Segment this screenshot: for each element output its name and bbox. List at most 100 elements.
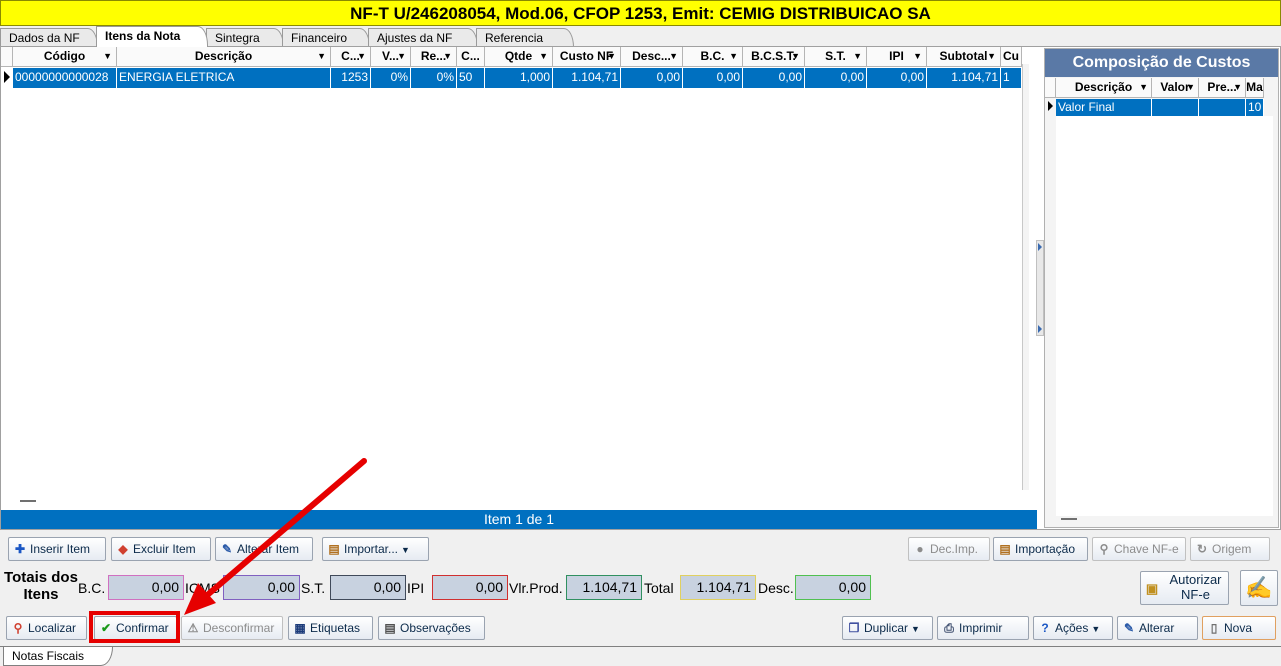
chevron-down-icon: ▼ (1091, 624, 1101, 634)
expand-arrow-icon (1038, 325, 1042, 333)
table-cell[interactable]: 0,00 (621, 68, 683, 88)
total-label: Total (644, 580, 674, 596)
panel-column-valor[interactable]: Valor ▼ (1152, 78, 1199, 98)
etiquetas-button[interactable]: ▦ Etiquetas (288, 616, 373, 640)
chevron-down-icon: ▼ (401, 545, 410, 555)
tab-ajustes-da-nf[interactable]: Ajustes da NF (368, 28, 478, 47)
table-cell[interactable]: 1.104,71 (927, 68, 1001, 88)
table-cell[interactable]: 0,00 (683, 68, 743, 88)
grid-indicator-header (1, 47, 13, 67)
grid-resize-handle[interactable] (20, 500, 36, 502)
column-header-st[interactable]: S.T. ▼ (805, 47, 867, 67)
column-header-bc[interactable]: B.C. ▼ (683, 47, 743, 67)
table-cell[interactable]: 0,00 (743, 68, 805, 88)
column-header-subtotal[interactable]: Subtotal ▼ (927, 47, 1001, 67)
localizar-button[interactable]: ⚲ Localizar (6, 616, 87, 640)
panel-column-ma[interactable]: Ma (1246, 78, 1264, 98)
table-cell[interactable] (1199, 99, 1246, 116)
tab-financeiro[interactable]: Financeiro (282, 28, 370, 47)
chave-nfe-button[interactable]: ⚲ Chave NF-e (1092, 537, 1186, 561)
column-header-cfop[interactable]: C... ▼ (331, 47, 371, 67)
signature-button[interactable]: ✍ (1240, 570, 1278, 606)
copy-icon: ❐ (848, 621, 860, 635)
table-row[interactable]: 00000000000028 (13, 68, 117, 88)
tab-notas-fiscais[interactable]: Notas Fiscais (3, 647, 113, 666)
button-label: Origem (1212, 542, 1252, 556)
total-field: 1.104,71 (680, 575, 756, 600)
nova-button[interactable]: ▯ Nova (1202, 616, 1276, 640)
button-label: Alterar (1139, 621, 1175, 635)
column-header-ipi[interactable]: IPI ▼ (867, 47, 927, 67)
alterar-item-button[interactable]: ✎ Alterar Item (215, 537, 313, 561)
importar-dropdown-button[interactable]: ▤ Importar... ▼ (322, 537, 429, 561)
sort-arrow-icon: ▼ (913, 51, 922, 61)
table-cell[interactable] (1152, 99, 1199, 116)
duplicar-dropdown-button[interactable]: ❐ Duplicar ▼ (842, 616, 933, 640)
column-label: B.C.S.T. (751, 49, 796, 63)
st-total-field: 0,00 (330, 575, 406, 600)
button-label: Alterar Item (237, 542, 300, 556)
expand-arrow-icon (1038, 243, 1042, 251)
button-label: Etiquetas (310, 621, 361, 635)
panel-column-pre[interactable]: Pre... ▼ (1199, 78, 1246, 98)
alterar-button[interactable]: ✎ Alterar (1117, 616, 1198, 640)
panel-splitter[interactable] (1036, 240, 1044, 336)
panel-grid-body[interactable] (1056, 116, 1273, 516)
certificate-icon: ▣ (1145, 581, 1159, 596)
table-cell[interactable]: 1 (1001, 68, 1022, 88)
pen-icon: ✍ (1245, 575, 1273, 600)
panel-column-descricao[interactable]: Descrição ▼ (1056, 78, 1152, 98)
tab-itens-da-nota[interactable]: Itens da Nota (96, 26, 208, 47)
items-grid[interactable]: Código ▼ Descrição ▼ C... ▼ V... ▼ Re... ▼ C.… (1, 47, 1022, 497)
dec-imp-button[interactable]: ● Dec.Imp. (908, 537, 990, 561)
tab-dados-da-nf[interactable]: Dados da NF (0, 28, 98, 47)
sort-arrow-icon: ▼ (607, 51, 616, 61)
button-label: Chave NF-e (1114, 542, 1179, 556)
column-header-custo-nf[interactable]: Custo NF ▼ (553, 47, 621, 67)
column-label: IPI (889, 49, 904, 63)
panel-resize-handle[interactable] (1061, 518, 1077, 520)
list-item[interactable]: Valor Final (1056, 99, 1152, 116)
column-label: C... (461, 49, 480, 63)
imprimir-button[interactable]: ⎙ Imprimir (937, 616, 1029, 640)
autorizar-nfe-button[interactable]: ▣ Autorizar NF-e (1140, 571, 1229, 605)
importacao-button[interactable]: ▤ Importação (993, 537, 1088, 561)
icms-label: ICMS (185, 580, 220, 596)
column-header-qtde[interactable]: Qtde ▼ (485, 47, 553, 67)
binoculars-icon: ⚲ (13, 621, 23, 635)
table-cell[interactable]: 1,000 (485, 68, 553, 88)
column-header-cu[interactable]: Cu (1001, 47, 1022, 67)
bottom-divider (0, 646, 1281, 647)
origem-button[interactable]: ↻ Origem (1190, 537, 1270, 561)
note-icon: ▤ (384, 621, 396, 635)
table-cell[interactable]: 50 (457, 68, 485, 88)
column-header-bcst[interactable]: B.C.S.T. ▼ (743, 47, 805, 67)
column-header-codigo[interactable]: Código ▼ (13, 47, 117, 67)
table-cell[interactable]: 0% (371, 68, 411, 88)
button-label: Excluir Item (133, 542, 196, 556)
column-header-desc[interactable]: Desc... ▼ (621, 47, 683, 67)
column-header-re[interactable]: Re... ▼ (411, 47, 457, 67)
table-cell[interactable]: 10 (1246, 99, 1264, 116)
table-cell[interactable]: ENERGIA ELETRICA (117, 68, 331, 88)
column-label: Desc... (632, 49, 671, 63)
sort-arrow-icon: ▼ (1233, 82, 1242, 92)
table-cell[interactable]: 0% (411, 68, 457, 88)
inserir-item-button[interactable]: ✚ Inserir Item (8, 537, 106, 561)
column-header-v[interactable]: V... ▼ (371, 47, 411, 67)
table-cell[interactable]: 1.104,71 (553, 68, 621, 88)
table-cell[interactable]: 0,00 (867, 68, 927, 88)
table-cell[interactable]: 1253 (331, 68, 371, 88)
acoes-dropdown-button[interactable]: ? Ações ▼ (1033, 616, 1113, 640)
grid-scrollbar[interactable] (1022, 64, 1029, 490)
column-header-c2[interactable]: C... (457, 47, 485, 67)
tab-sintegra[interactable]: Sintegra (206, 28, 284, 47)
tab-referencia[interactable]: Referencia (476, 28, 574, 47)
table-cell[interactable]: 0,00 (805, 68, 867, 88)
column-label: Cu (1003, 49, 1019, 63)
desconfirmar-button[interactable]: ⚠ Desconfirmar (181, 616, 283, 640)
button-label: Nova (1224, 621, 1253, 635)
excluir-item-button[interactable]: ◆ Excluir Item (111, 537, 211, 561)
column-header-descricao[interactable]: Descrição ▼ (117, 47, 331, 67)
observacoes-button[interactable]: ▤ Observações (378, 616, 485, 640)
